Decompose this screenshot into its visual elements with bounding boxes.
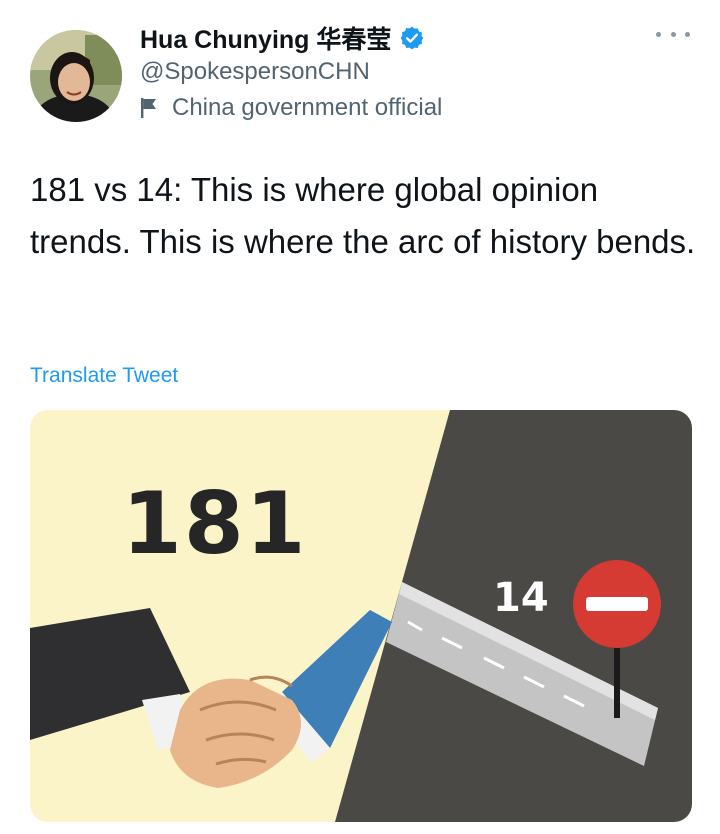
flag-icon — [141, 98, 156, 118]
translate-tweet-link[interactable]: Translate Tweet — [30, 364, 178, 388]
media-illustration — [30, 410, 692, 822]
government-label[interactable]: China government official — [140, 94, 442, 122]
author-name-row: Hua Chunying 华春莹 — [140, 20, 425, 56]
avatar-image — [30, 30, 122, 122]
more-options-icon — [656, 31, 661, 37]
government-label-text: China government official — [172, 94, 443, 121]
tweet-text: 181 vs 14: This is where global opinion … — [30, 171, 696, 260]
small-number: 14 — [493, 575, 549, 621]
big-number: 181 — [122, 474, 308, 574]
tweet-media-image[interactable]: 181 14 — [30, 410, 692, 822]
author-display-name[interactable]: Hua Chunying 华春莹 — [140, 20, 391, 56]
avatar[interactable] — [30, 30, 122, 122]
verified-badge-icon — [401, 26, 424, 50]
author-handle[interactable]: @SpokespersonCHN — [140, 58, 370, 86]
more-options-button[interactable] — [656, 24, 690, 44]
